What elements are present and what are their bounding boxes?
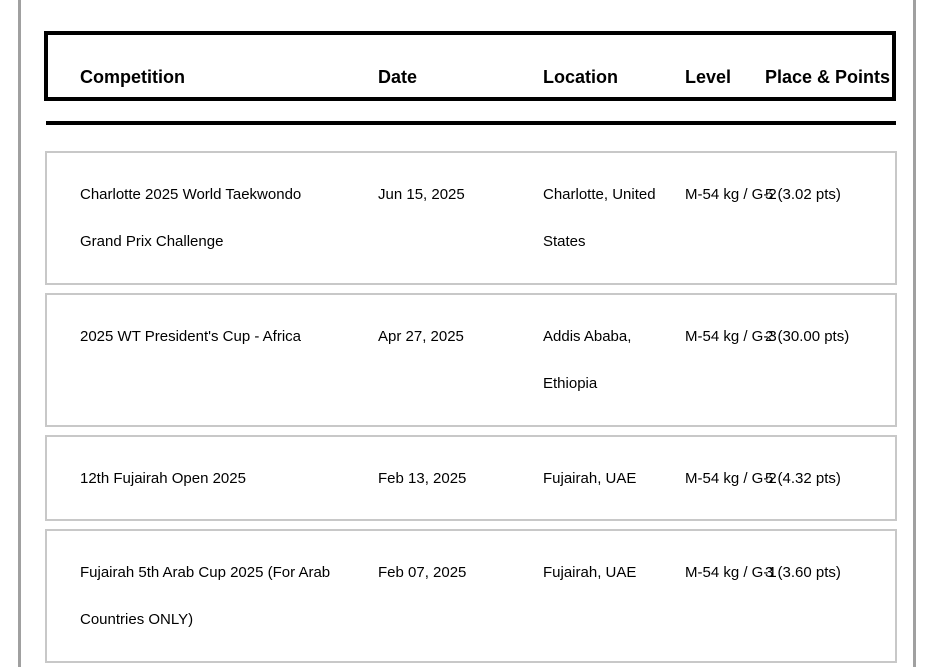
- header-divider: [46, 121, 896, 125]
- cell-competition: Charlotte 2025 World Taekwondo Grand Pri…: [80, 186, 302, 250]
- cell-date: Feb 07, 2025: [378, 564, 467, 581]
- cell-place-points: 5 (4.32 pts): [765, 470, 841, 487]
- cell-place-points: 5 (3.02 pts): [765, 186, 841, 203]
- header-location: Location: [543, 67, 618, 87]
- table-row: 12th Fujairah Open 2025 Feb 13, 2025 Fuj…: [45, 435, 897, 521]
- cell-location: Fujairah, UAE: [543, 470, 637, 487]
- page-frame: Competition Date Location Level Place & …: [18, 0, 916, 667]
- cell-location: Fujairah, UAE: [543, 564, 637, 581]
- cell-level: M-54 kg / G-3: [685, 328, 777, 345]
- cell-location: Addis Ababa, Ethiopia: [543, 328, 632, 392]
- cell-competition: 12th Fujairah Open 2025: [80, 470, 246, 487]
- cell-competition: 2025 WT President's Cup - Africa: [80, 328, 302, 345]
- cell-place-points: 2 (30.00 pts): [765, 328, 850, 345]
- table-row: 2025 WT President's Cup - Africa Apr 27,…: [45, 293, 897, 427]
- header-date: Date: [378, 67, 418, 87]
- cell-date: Jun 15, 2025: [378, 186, 465, 203]
- table-row: Charlotte 2025 World Taekwondo Grand Pri…: [45, 151, 897, 285]
- cell-place-points: 3 (3.60 pts): [765, 564, 841, 581]
- cell-date: Feb 13, 2025: [378, 470, 467, 487]
- header-level: Level: [685, 67, 732, 87]
- cell-level: M-54 kg / G-2: [685, 186, 777, 203]
- cell-date: Apr 27, 2025: [378, 328, 464, 345]
- cell-level: M-54 kg / G-1: [685, 564, 777, 581]
- header-place-points: Place & Points: [765, 67, 891, 87]
- table-row: Fujairah 5th Arab Cup 2025 (For Arab Cou…: [45, 529, 897, 663]
- cell-competition: Fujairah 5th Arab Cup 2025 (For Arab Cou…: [80, 564, 331, 628]
- cell-location: Charlotte, United States: [543, 186, 656, 250]
- cell-level: M-54 kg / G-2: [685, 470, 777, 487]
- table-header: Competition Date Location Level Place & …: [44, 31, 896, 101]
- header-competition: Competition: [80, 67, 185, 87]
